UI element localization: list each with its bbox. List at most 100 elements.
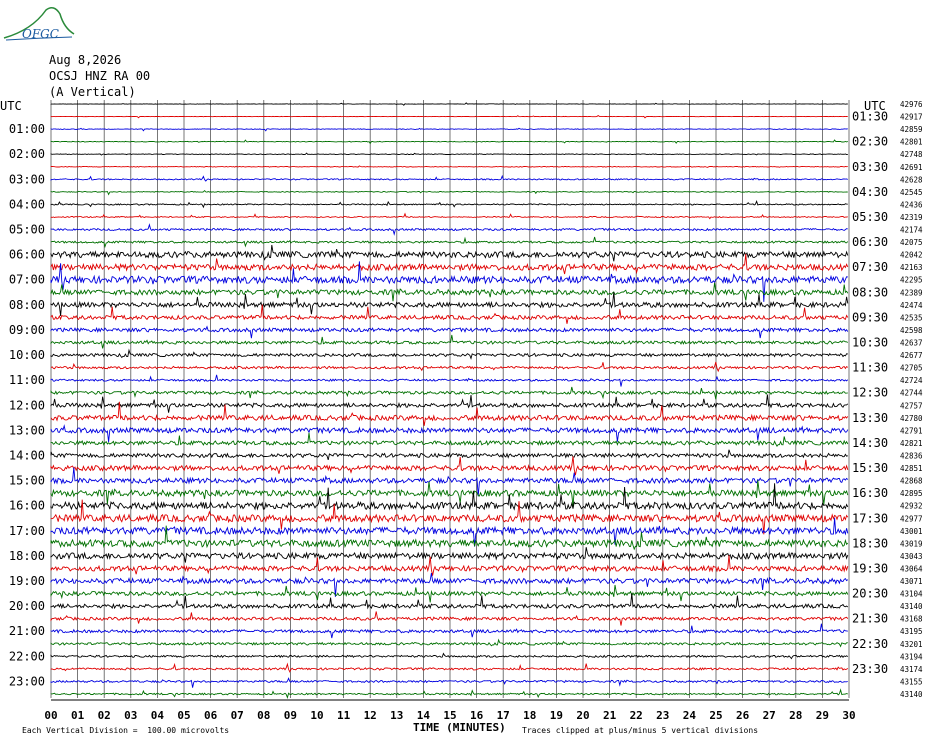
trace-count: 43140 (900, 690, 923, 699)
x-tick-label: 26 (736, 709, 750, 722)
hour-label-left: 18:00 (9, 549, 45, 563)
trace-count: 42545 (900, 188, 923, 197)
trace-count: 42859 (900, 125, 923, 134)
hour-label-right: 04:30 (852, 185, 888, 199)
hour-label-left: 05:00 (9, 223, 45, 237)
hour-label-right: 16:30 (852, 486, 888, 500)
trace-count: 42174 (900, 226, 923, 235)
footer-scale: Each Vertical Division = 100.00 microvol… (22, 726, 230, 735)
hour-label-right: 20:30 (852, 587, 888, 601)
x-tick-label: 09 (284, 709, 297, 722)
trace-line (50, 152, 848, 156)
trace-count: 43043 (900, 552, 923, 561)
trace-line (50, 127, 848, 132)
hour-label-left: 19:00 (9, 574, 45, 588)
hour-label-left: 09:00 (9, 323, 45, 337)
x-tick-label: 29 (816, 709, 829, 722)
hour-label-left: 04:00 (9, 197, 45, 211)
hour-label-right: 18:30 (852, 536, 888, 550)
trace-count: 42780 (900, 414, 923, 423)
hour-label-right: 17:30 (852, 511, 888, 525)
hour-label-left: 02:00 (9, 147, 45, 161)
trace-line (50, 555, 849, 576)
hour-label-left: 16:00 (9, 499, 45, 513)
trace-count-labels: 42976 42917 42859 42801 42748 42691 42628 42545… (900, 100, 923, 699)
hour-label-left: 14:00 (9, 448, 45, 462)
trace-count: 42895 (900, 489, 923, 498)
x-tick-label: 05 (177, 709, 190, 722)
trace-line (50, 174, 848, 182)
trace-line (50, 102, 848, 106)
hour-label-right: 11:30 (852, 361, 888, 375)
hour-label-right: 02:30 (852, 135, 888, 149)
x-tick-label: 00 (44, 709, 57, 722)
trace-line (50, 611, 849, 626)
logo-text: OFGC (22, 27, 59, 41)
hour-label-right: 12:30 (852, 386, 888, 400)
hour-label-left: 12:00 (9, 398, 45, 412)
x-tick-label: 11 (337, 709, 351, 722)
hour-label-left: 03:00 (9, 172, 45, 186)
trace-count: 43104 (900, 590, 923, 599)
trace-line (50, 424, 849, 442)
x-tick-label: 22 (630, 709, 643, 722)
trace-count: 42932 (900, 502, 923, 511)
trace-count: 43019 (900, 539, 923, 548)
trace-line (50, 361, 849, 373)
date-label: Aug 8,2026 (49, 53, 122, 67)
trace-line (50, 139, 848, 145)
hour-label-right: 22:30 (852, 637, 888, 651)
trace-count: 42598 (900, 326, 923, 335)
hour-label-left: 08:00 (9, 298, 45, 312)
component-label: (A Vertical) (49, 85, 136, 99)
trace-line (50, 189, 848, 196)
trace-line (50, 652, 849, 660)
trace-line (50, 449, 848, 461)
trace-count: 42677 (900, 351, 923, 360)
trace-line (50, 325, 849, 339)
hour-label-right: 15:30 (852, 461, 888, 475)
x-tick-label: 12 (364, 709, 377, 722)
trace-count: 42801 (900, 138, 923, 147)
trace-line (50, 244, 849, 262)
trace-count: 42295 (900, 276, 923, 285)
trace-line (50, 374, 849, 387)
seismic-traces (50, 102, 849, 699)
trace-line (50, 638, 848, 648)
hour-label-right: 19:30 (852, 561, 888, 575)
x-tick-label: 27 (763, 709, 776, 722)
hour-label-left: 22:00 (9, 649, 45, 663)
hour-label-left: 20:00 (9, 599, 45, 613)
x-tick-label: 30 (842, 709, 855, 722)
x-tick-label: 03 (124, 709, 137, 722)
trace-count: 42705 (900, 364, 923, 373)
trace-count: 43195 (900, 627, 923, 636)
trace-count: 43001 (900, 527, 923, 536)
hour-label-right: 09:30 (852, 310, 888, 324)
trace-count: 42389 (900, 288, 923, 297)
trace-count: 42836 (900, 451, 923, 460)
trace-line (50, 348, 848, 360)
trace-line (50, 662, 849, 673)
trace-count: 42851 (900, 464, 923, 473)
trace-line (50, 394, 849, 413)
x-tick-label: 21 (603, 709, 617, 722)
x-tick-label: 10 (310, 709, 323, 722)
x-tick-label: 23 (656, 709, 669, 722)
hour-label-left: 07:00 (9, 273, 45, 287)
hour-label-left: 06:00 (9, 248, 45, 262)
trace-count: 42436 (900, 200, 923, 209)
footer-clip: Traces clipped at plus/minus 5 vertical … (522, 726, 759, 735)
hour-label-right: 05:30 (852, 210, 888, 224)
trace-count: 43140 (900, 602, 923, 611)
trace-line (50, 282, 849, 302)
x-tick-label: 02 (98, 709, 111, 722)
trace-line (50, 165, 848, 168)
trace-line (50, 517, 849, 547)
trace-count: 42757 (900, 401, 923, 410)
plot-grid (50, 100, 850, 701)
hour-label-right: 10:30 (852, 336, 888, 350)
trace-count: 42868 (900, 477, 923, 486)
trace-count: 42976 (900, 100, 923, 109)
x-tick-label: 24 (683, 709, 697, 722)
